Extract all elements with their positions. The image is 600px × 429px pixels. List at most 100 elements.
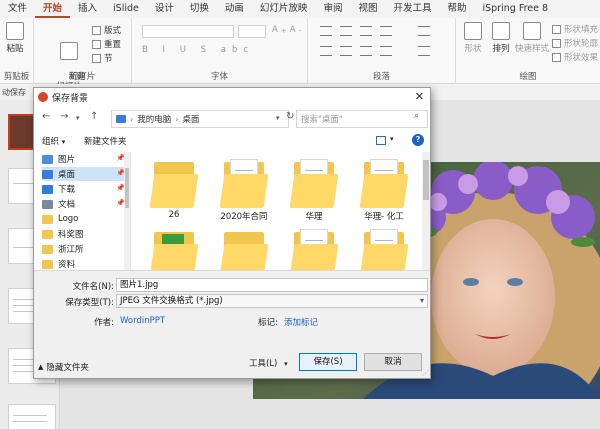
view-dropdown-icon[interactable]: ▾ bbox=[390, 135, 394, 143]
text-direction-icon[interactable] bbox=[418, 26, 430, 36]
nav-item-ziliao[interactable]: 资料 bbox=[42, 257, 129, 270]
nav-item-pictures[interactable]: 图片 📌 bbox=[42, 152, 129, 166]
hide-folders-label: 隐藏文件夹 bbox=[46, 363, 89, 373]
navigation-bar: ← → ▾ ↑ › 我的电脑 › 桌面 ▾ ↻ 搜索"桌面" ⌕ bbox=[34, 108, 430, 130]
shapes-icon bbox=[464, 22, 482, 40]
numbering-icon[interactable] bbox=[340, 26, 352, 36]
organize-button[interactable]: 组织 ▾ bbox=[42, 135, 65, 147]
nav-item-logo[interactable]: Logo bbox=[42, 212, 129, 226]
shapes-button[interactable]: 形状 bbox=[460, 22, 486, 54]
address-bar[interactable]: › 我的电脑 › 桌面 bbox=[111, 110, 289, 128]
shape-effect-button[interactable]: 形状效果 bbox=[552, 51, 598, 63]
new-folder-button[interactable]: 新建文件夹 bbox=[84, 135, 127, 147]
save-button[interactable]: 保存(S) bbox=[299, 353, 357, 371]
slide-thumbnail-6[interactable] bbox=[8, 404, 56, 429]
indent-icon[interactable] bbox=[360, 26, 372, 36]
search-input[interactable]: 搜索"桌面" bbox=[296, 110, 428, 128]
file-item[interactable] bbox=[282, 228, 346, 270]
tab-design[interactable]: 设计 bbox=[147, 0, 182, 18]
filetype-label: 保存类型(T): bbox=[65, 298, 114, 308]
close-icon[interactable]: ✕ bbox=[415, 90, 424, 103]
tab-view[interactable]: 视图 bbox=[350, 0, 385, 18]
tab-developer[interactable]: 开发工具 bbox=[385, 0, 439, 18]
file-item[interactable] bbox=[212, 228, 276, 270]
resize-grip-icon[interactable]: ⋰ bbox=[422, 369, 429, 377]
filetype-select[interactable]: JPEG 文件交换格式 (*.jpg) ▾ bbox=[116, 294, 428, 308]
help-icon[interactable]: ? bbox=[412, 134, 424, 146]
file-item[interactable]: 2020年合同 bbox=[212, 158, 276, 222]
file-item[interactable] bbox=[352, 228, 416, 270]
tab-file[interactable]: 文件 bbox=[0, 0, 35, 18]
up-arrow-icon[interactable]: ↑ bbox=[90, 111, 98, 122]
font-format-buttons[interactable]: B I U S abc bbox=[142, 45, 254, 55]
arrange-label: 排列 bbox=[492, 44, 510, 54]
reset-button[interactable]: 重置 bbox=[92, 38, 121, 50]
shape-outline-button[interactable]: 形状轮廓 bbox=[552, 37, 598, 49]
nav-item-downloads[interactable]: 下载 📌 bbox=[42, 182, 129, 196]
line-spacing-icon[interactable] bbox=[380, 26, 392, 36]
nav-item-zhejiangsuo[interactable]: 浙江所 bbox=[42, 242, 129, 256]
section-label: 节 bbox=[104, 54, 113, 64]
author-value[interactable]: WordinPPT bbox=[120, 316, 165, 326]
nav-item-desktop[interactable]: 桌面 📌 bbox=[42, 167, 129, 181]
file-item[interactable]: 26 bbox=[142, 158, 206, 220]
font-family-combo[interactable] bbox=[142, 25, 234, 38]
file-item[interactable]: 华理 bbox=[282, 158, 346, 222]
folder-icon bbox=[42, 244, 53, 254]
arrange-button[interactable]: 排列 bbox=[488, 22, 514, 54]
nav-item-kejiangtu[interactable]: 科奖图 bbox=[42, 227, 129, 241]
file-list-scrollbar[interactable] bbox=[422, 152, 430, 270]
file-item[interactable] bbox=[142, 228, 206, 270]
forward-arrow-icon[interactable]: → bbox=[60, 111, 68, 122]
tools-button[interactable]: 工具(L) ▾ bbox=[249, 357, 288, 369]
quick-styles-label: 快速样式 bbox=[514, 44, 549, 54]
tab-transitions[interactable]: 切换 bbox=[182, 0, 217, 18]
tab-home[interactable]: 开始 bbox=[35, 0, 71, 18]
shape-fill-button[interactable]: 形状填充 bbox=[552, 23, 598, 35]
tab-slideshow[interactable]: 幻灯片放映 bbox=[252, 0, 316, 18]
add-tags-link[interactable]: 添加标记 bbox=[284, 316, 318, 328]
view-options-icon[interactable] bbox=[376, 136, 386, 145]
tab-help[interactable]: 帮助 bbox=[439, 0, 474, 18]
refresh-icon[interactable]: ↻ bbox=[286, 111, 294, 122]
cancel-button[interactable]: 取消 bbox=[364, 353, 422, 371]
address-dropdown-icon[interactable]: ▾ bbox=[276, 114, 280, 122]
quick-styles-icon bbox=[523, 22, 541, 40]
align-left-icon[interactable] bbox=[320, 46, 332, 56]
powerpoint-icon bbox=[38, 92, 48, 102]
tab-insert[interactable]: 插入 bbox=[70, 0, 105, 18]
justify-icon[interactable] bbox=[380, 46, 392, 56]
folder-icon bbox=[219, 228, 269, 270]
breadcrumb-chevron-icon: › bbox=[130, 114, 134, 124]
quick-styles-button[interactable]: 快速样式 bbox=[514, 22, 550, 54]
tab-ispring[interactable]: iSpring Free 8 bbox=[475, 0, 557, 18]
section-button[interactable]: 节 bbox=[92, 52, 113, 64]
paste-button[interactable]: 粘贴 bbox=[0, 22, 30, 54]
breadcrumb-my-computer[interactable]: 我的电脑 bbox=[137, 113, 171, 125]
tab-animations[interactable]: 动画 bbox=[217, 0, 252, 18]
tab-islide[interactable]: iSlide bbox=[105, 0, 147, 18]
group-drawing: 形状 排列 快速样式 形状填充 形状轮廓 形状效果 绘图 bbox=[456, 18, 600, 84]
hide-folders-button[interactable]: ▲ 隐藏文件夹 bbox=[38, 361, 89, 373]
clipboard-icon bbox=[6, 22, 24, 40]
recent-dropdown-icon[interactable]: ▾ bbox=[76, 114, 80, 122]
font-size-combo[interactable] bbox=[238, 25, 266, 38]
nav-pane-scroll-thumb[interactable] bbox=[125, 168, 129, 208]
dialog-titlebar[interactable]: 保存背景 ✕ bbox=[34, 88, 430, 106]
file-list-scroll-thumb[interactable] bbox=[423, 160, 429, 200]
layout-button[interactable]: 版式 bbox=[92, 24, 121, 36]
search-icon[interactable]: ⌕ bbox=[414, 111, 419, 121]
autosave-label[interactable]: 动保存 bbox=[2, 87, 26, 98]
breadcrumb-desktop[interactable]: 桌面 bbox=[182, 113, 199, 125]
nav-item-documents[interactable]: 文档 📌 bbox=[42, 197, 129, 211]
font-grow-button[interactable]: A + A- bbox=[272, 25, 301, 35]
smartart-icon[interactable] bbox=[418, 46, 430, 56]
align-right-icon[interactable] bbox=[360, 46, 372, 56]
file-item[interactable]: 华理- 化工 bbox=[352, 158, 416, 222]
bullets-icon[interactable] bbox=[320, 26, 332, 36]
nav-pane-scrollbar[interactable] bbox=[124, 152, 130, 270]
align-center-icon[interactable] bbox=[340, 46, 352, 56]
filename-input[interactable]: 图片1.jpg bbox=[116, 278, 428, 292]
tab-review[interactable]: 审阅 bbox=[315, 0, 350, 18]
back-arrow-icon[interactable]: ← bbox=[42, 111, 50, 122]
